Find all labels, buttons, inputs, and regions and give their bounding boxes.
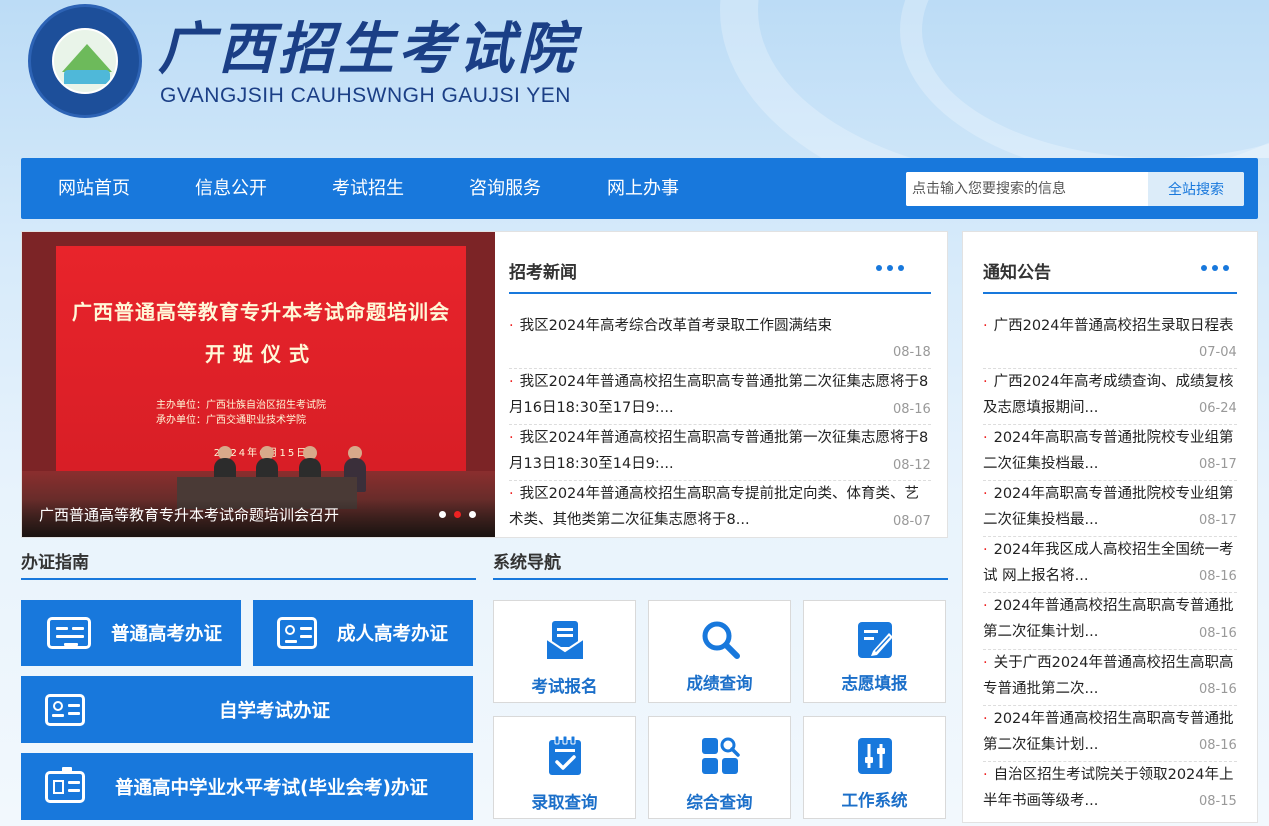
main-nav: 网站首页 信息公开 考试招生 咨询服务 网上办事 全站搜索 (21, 158, 1258, 219)
news-date: 08-07 (893, 514, 931, 529)
nav-info-disclosure[interactable]: 信息公开 (195, 158, 267, 219)
notice-more-icon[interactable] (1201, 265, 1229, 271)
clipboard-check-icon (549, 735, 581, 775)
search-button[interactable]: 全站搜索 (1148, 172, 1244, 206)
slide-organizer-line: 承办单位：广西交通职业技术学院 (156, 415, 306, 426)
site-search: 全站搜索 (906, 172, 1244, 206)
tile-label: 录取查询 (531, 793, 598, 812)
news-item[interactable]: · 我区2024年普通高校招生高职高专普通批第二次征集志愿将于8月16日18:30… (509, 369, 929, 421)
notice-date: 08-16 (1199, 682, 1237, 697)
slide-dot-3[interactable] (469, 511, 476, 518)
news-date: 08-12 (893, 458, 931, 473)
news-section-title: 招考新闻 (509, 263, 577, 283)
notice-date: 08-17 (1199, 513, 1237, 528)
self-study-exam-certificate-button[interactable]: 自学考试办证 (21, 676, 473, 743)
news-more-icon[interactable] (876, 265, 904, 271)
tile-label: 综合查询 (686, 793, 753, 812)
slide-caption[interactable]: 广西普通高等教育专升本考试命题培训会召开 (39, 504, 339, 525)
news-item[interactable]: · 我区2024年普通高校招生高职高专普通批第一次征集志愿将于8月13日18:30… (509, 425, 929, 477)
profile-card-icon (45, 693, 85, 726)
tile-label: 工作系统 (841, 791, 908, 810)
notice-date: 08-16 (1199, 569, 1237, 584)
seal-emblem-icon (52, 28, 118, 94)
notice-date: 06-24 (1199, 401, 1237, 416)
slide-dot-1[interactable] (439, 511, 446, 518)
guide-title-underline (21, 578, 476, 580)
notice-date: 08-15 (1199, 794, 1237, 809)
adult-exam-certificate-button[interactable]: 成人高考办证 (253, 600, 473, 666)
news-date: 08-16 (893, 402, 931, 417)
application-filling-tile[interactable]: 志愿填报 (803, 600, 946, 703)
envelope-form-icon (546, 621, 584, 659)
notice-section-title: 通知公告 (983, 263, 1051, 283)
certificate-card-icon (45, 766, 85, 803)
badge-card-icon (277, 617, 317, 649)
guide-section-title: 办证指南 (21, 553, 89, 573)
tile-label: 成绩查询 (686, 674, 753, 693)
notice-date: 07-04 (1199, 345, 1237, 360)
system-section-title: 系统导航 (493, 553, 561, 573)
nav-home[interactable]: 网站首页 (58, 158, 130, 219)
slide-screen-title: 广西普通高等教育专升本考试命题培训会 (72, 300, 450, 324)
nav-exam-admission[interactable]: 考试招生 (332, 158, 404, 219)
tile-label: 志愿填报 (841, 674, 908, 693)
tile-label: 考试报名 (531, 677, 598, 696)
nav-consult-service[interactable]: 咨询服务 (469, 158, 541, 219)
work-system-tile[interactable]: 工作系统 (803, 716, 946, 819)
academic-proficiency-certificate-button[interactable]: 普通高中学业水平考试(毕业会考)办证 (21, 753, 473, 820)
slide-screen-subtitle: 开班仪式 (205, 342, 317, 366)
comprehensive-query-tile[interactable]: 综合查询 (648, 716, 791, 819)
guide-button-label: 成人高考办证 (337, 624, 449, 645)
notice-date: 08-16 (1199, 738, 1237, 753)
notice-item[interactable]: · 广西2024年普通高校招生录取日程表 (983, 313, 1241, 339)
news-item[interactable]: · 我区2024年高考综合改革首考录取工作圆满结束 (509, 313, 931, 339)
slide-host-line: 主办单位：广西壮族自治区招生考试院 (156, 400, 326, 411)
system-title-underline (493, 578, 948, 580)
news-title-underline (509, 292, 931, 294)
site-brand-english: GVANGJSIH CAUHSWNGH GAUJSI YEN (160, 84, 571, 107)
guide-button-label: 自学考试办证 (219, 700, 331, 722)
edit-note-icon (858, 622, 893, 658)
slide-dot-2[interactable] (454, 511, 461, 518)
magnifier-icon (702, 621, 740, 659)
gaokao-certificate-button[interactable]: 普通高考办证 (21, 600, 241, 666)
search-input[interactable] (906, 172, 1148, 206)
site-header: 广西招生考试院 GVANGJSIH CAUHSWNGH GAUJSI YEN (0, 0, 1269, 158)
notice-date: 08-17 (1199, 457, 1237, 472)
news-item[interactable]: · 我区2024年普通高校招生高职高专提前批定向类、体育类、艺术类、其他类第二次征… (509, 481, 929, 533)
guide-button-label: 普通高中学业水平考试(毕业会考)办证 (115, 777, 428, 799)
exam-registration-tile[interactable]: 考试报名 (493, 600, 636, 703)
site-brand-chinese: 广西招生考试院 (158, 16, 578, 82)
slide-image: 广西普通高等教育专升本考试命题培训会 开班仪式 主办单位：广西壮族自治区招生考试… (56, 246, 466, 471)
guide-button-label: 普通高考办证 (111, 624, 223, 645)
site-logo-seal[interactable] (28, 4, 142, 118)
id-card-icon (47, 617, 91, 649)
nav-online-service[interactable]: 网上办事 (607, 158, 679, 219)
news-date: 08-18 (893, 345, 931, 360)
notice-date: 08-16 (1199, 626, 1237, 641)
score-query-tile[interactable]: 成绩查询 (648, 600, 791, 703)
admission-query-tile[interactable]: 录取查询 (493, 716, 636, 819)
news-slider[interactable]: 广西普通高等教育专升本考试命题培训会 开班仪式 主办单位：广西壮族自治区招生考试… (22, 232, 495, 537)
notice-title-underline (983, 292, 1237, 294)
sliders-icon (858, 738, 892, 774)
grid-search-icon (702, 737, 740, 774)
